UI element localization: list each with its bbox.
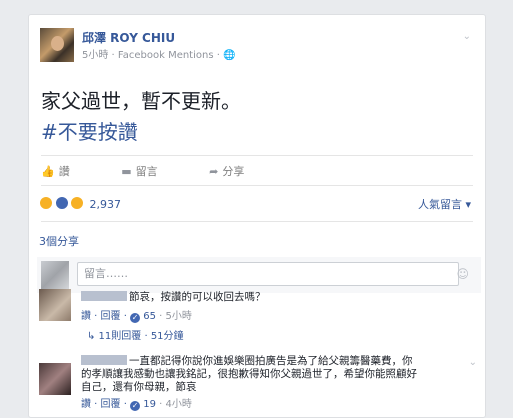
comment-item: 節哀，按讚的可以收回去嗎？ 讚 · 回覆 · ✓ 65 · 5小時 ↳ 11則回…: [37, 287, 481, 347]
reaction-count: 2,937: [89, 198, 122, 211]
comment-button[interactable]: ▬ 留言: [121, 165, 181, 178]
view-replies-link[interactable]: ↳ 11則回覆 · 51分鐘: [87, 327, 184, 342]
comment-label: 留言: [135, 165, 158, 178]
commenter-name[interactable]: [81, 355, 127, 365]
comment-icon: ▬: [121, 165, 132, 178]
divider: [41, 221, 473, 222]
comment-action-links[interactable]: 讚 · 回覆 ·: [81, 399, 130, 410]
action-bar: 👍 讚 ▬ 留言 ➦ 分享: [41, 163, 292, 179]
comment-body: 節哀，按讚的可以收回去嗎？: [129, 291, 266, 303]
author-avatar[interactable]: [40, 28, 74, 62]
comment-time: · 4小時: [156, 399, 192, 410]
share-button[interactable]: ➦ 分享: [209, 165, 268, 178]
share-label: 分享: [222, 165, 245, 178]
comment-actions: 讚 · 回覆 · ✓ 65 · 5小時: [81, 307, 192, 323]
commenter-avatar[interactable]: [39, 289, 71, 321]
sad-reaction-icon: [39, 196, 53, 210]
share-icon: ➦: [209, 165, 219, 178]
comment-body-line: 自己，還有你母親，節哀: [81, 381, 197, 393]
shares-link[interactable]: 3個分享: [39, 233, 79, 249]
wow-reaction-icon: [70, 196, 84, 210]
comment-input[interactable]: 留言……: [77, 262, 459, 286]
comment-body-line: 的孝順讓我感動也讓我銘記，很抱歉得知你父親過世了，希望你能照顧好: [81, 368, 417, 380]
comment-like-count[interactable]: 19: [143, 399, 156, 410]
commenter-name[interactable]: [81, 291, 127, 301]
comment-time: · 5小時: [156, 311, 192, 322]
comment-body-line: 一直都記得你說你進娛樂圈拍廣告是為了給父親籌醫藥費，你: [129, 355, 413, 367]
like-badge-icon: ✓: [130, 401, 141, 411]
comment-text: 一直都記得你說你進娛樂圈拍廣告是為了給父親籌醫藥費，你 的孝順讓我感動也讓我銘記…: [81, 355, 417, 394]
commenter-avatar[interactable]: [39, 363, 71, 395]
author-name[interactable]: 邱澤 ROY CHIU: [82, 29, 175, 46]
thumbs-up-icon: 👍: [41, 165, 55, 178]
post-text: 家父過世，暫不更新。: [41, 89, 241, 113]
like-reaction-icon: [54, 196, 69, 210]
comment-like-count[interactable]: 65: [143, 311, 156, 322]
emoji-icon[interactable]: ☺: [456, 267, 469, 281]
post-card: 邱澤 ROY CHIU 5小時 · Facebook Mentions · 🌐 …: [28, 14, 486, 418]
comment-item: 一直都記得你說你進娛樂圈拍廣告是為了給父親籌醫藥費，你 的孝順讓我感動也讓我銘記…: [37, 353, 481, 417]
comment-sort-dropdown[interactable]: 人氣留言 ▾: [418, 196, 471, 212]
reaction-summary[interactable]: 2,937: [39, 196, 121, 211]
divider: [41, 155, 473, 156]
post-meta: 5小時 · Facebook Mentions · 🌐: [82, 50, 236, 61]
viewer-avatar: [41, 261, 69, 289]
chevron-down-icon[interactable]: ⌄: [469, 357, 477, 368]
divider: [41, 185, 473, 186]
hashtag-link[interactable]: #不要按讚: [41, 116, 138, 145]
like-badge-icon: ✓: [130, 313, 141, 323]
like-button[interactable]: 👍 讚: [41, 165, 94, 178]
comment-actions: 讚 · 回覆 · ✓ 19 · 4小時: [81, 395, 192, 411]
comment-action-links[interactable]: 讚 · 回覆 ·: [81, 311, 130, 322]
chevron-down-icon[interactable]: ⌄: [463, 31, 471, 42]
comment-text: 節哀，按讚的可以收回去嗎？: [81, 291, 266, 304]
like-label: 讚: [58, 165, 70, 178]
